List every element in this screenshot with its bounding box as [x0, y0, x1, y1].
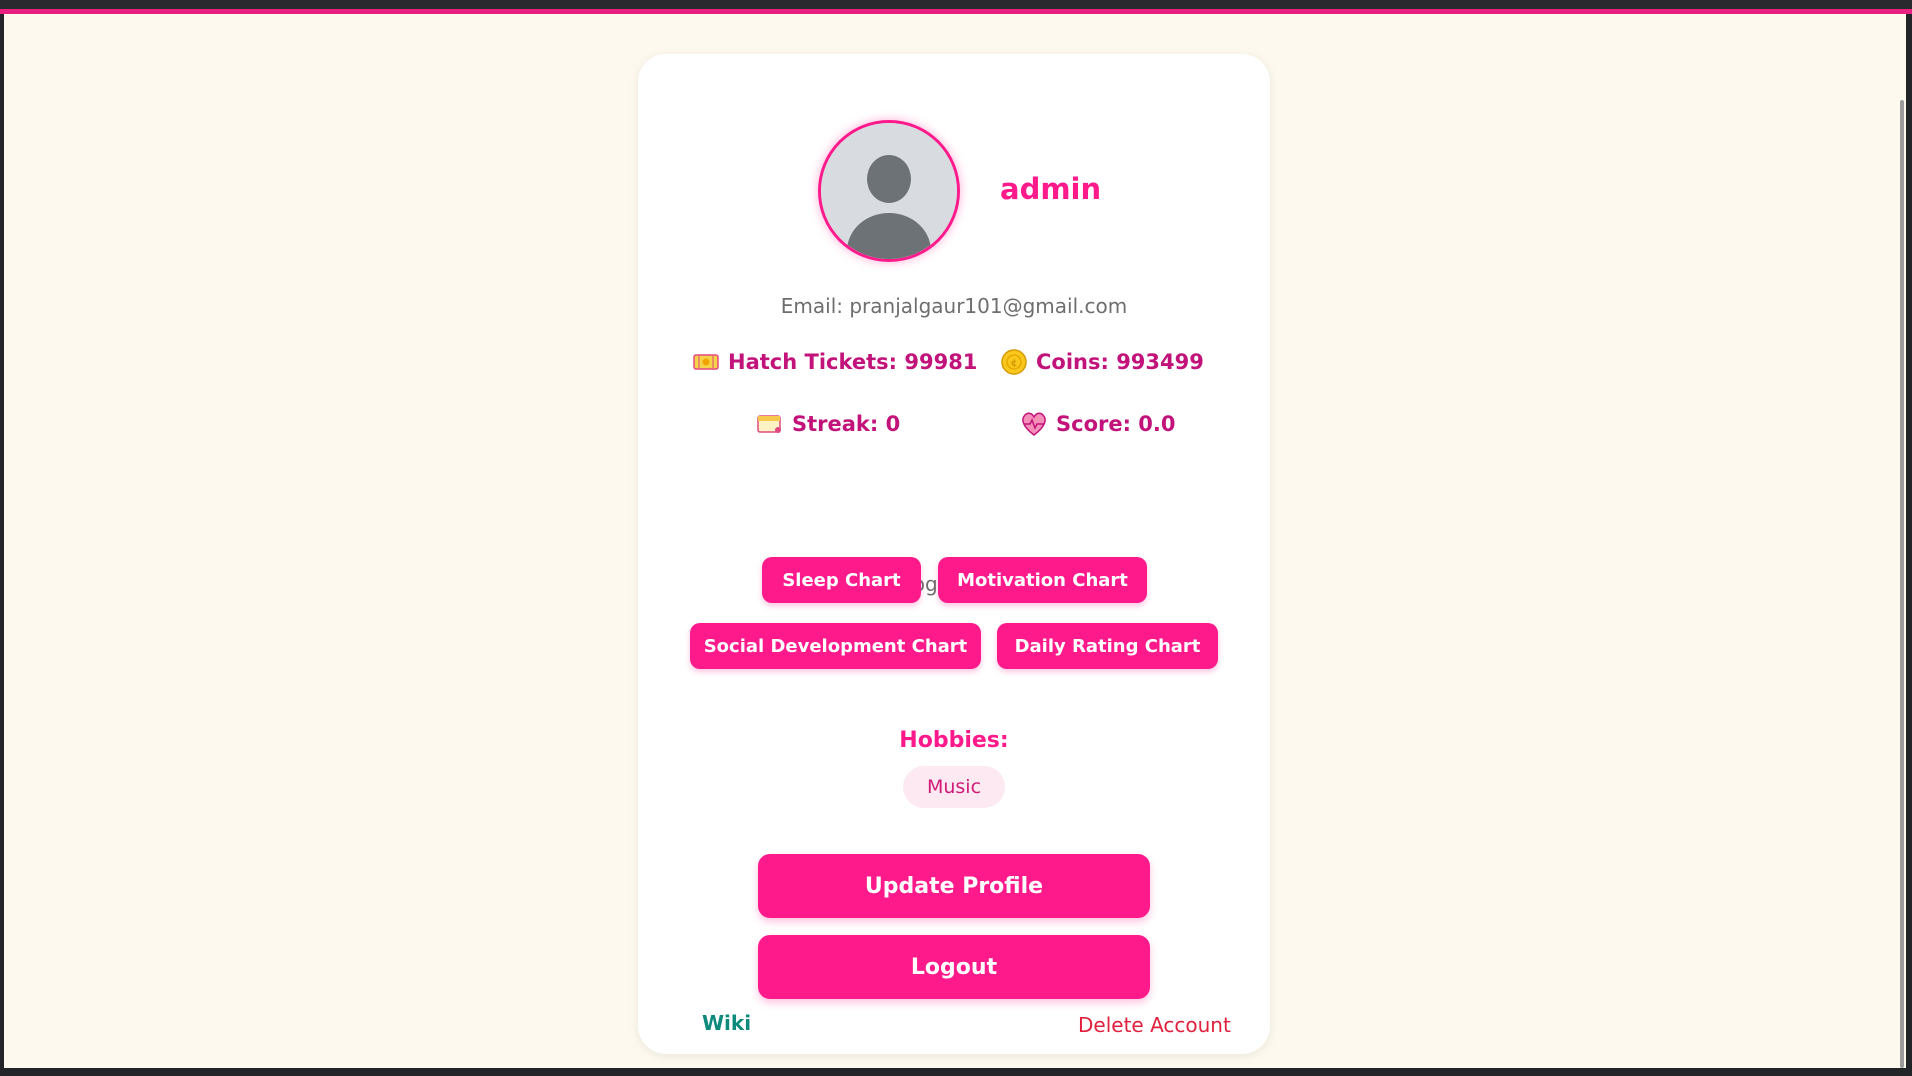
hatch-tickets-stat: Hatch Tickets: 99981 — [692, 348, 977, 376]
svg-text:¢: ¢ — [1011, 358, 1018, 369]
score-label: Score: 0.0 — [1056, 412, 1176, 436]
update-profile-button[interactable]: Update Profile — [758, 854, 1150, 918]
ticket-icon — [692, 348, 720, 376]
social-development-chart-button[interactable]: Social Development Chart — [690, 623, 981, 669]
coins-stat: ¢ Coins: 993499 — [1000, 348, 1204, 376]
hobbies-heading: Hobbies: — [899, 728, 1009, 753]
calendar-icon — [756, 410, 784, 438]
profile-card: admin Email: pranjalgaur101@gmail.com Ha… — [638, 54, 1270, 1054]
daily-rating-chart-button[interactable]: Daily Rating Chart — [997, 623, 1218, 669]
hatch-tickets-label: Hatch Tickets: 99981 — [728, 350, 978, 374]
wiki-link[interactable]: Wiki — [702, 1011, 751, 1035]
streak-label: Streak: 0 — [792, 412, 901, 436]
heartbeat-icon — [1020, 410, 1048, 438]
scrollbar-thumb[interactable] — [1900, 100, 1904, 1068]
username: admin — [1000, 172, 1102, 206]
logout-button[interactable]: Logout — [758, 935, 1150, 999]
motivation-chart-button[interactable]: Motivation Chart — [938, 557, 1147, 603]
sleep-chart-button[interactable]: Sleep Chart — [762, 557, 921, 603]
user-avatar-icon — [821, 123, 957, 259]
delete-account-link[interactable]: Delete Account — [1078, 1013, 1231, 1037]
avatar[interactable] — [818, 120, 960, 262]
streak-stat: Streak: 0 — [756, 410, 900, 438]
coins-label: Coins: 993499 — [1036, 350, 1204, 374]
hobby-tag-music: Music — [903, 766, 1005, 808]
window-top-bar — [0, 0, 1912, 9]
coin-icon: ¢ — [1000, 348, 1028, 376]
email-text: Email: pranjalgaur101@gmail.com — [780, 294, 1128, 318]
score-stat: Score: 0.0 — [1020, 410, 1176, 438]
